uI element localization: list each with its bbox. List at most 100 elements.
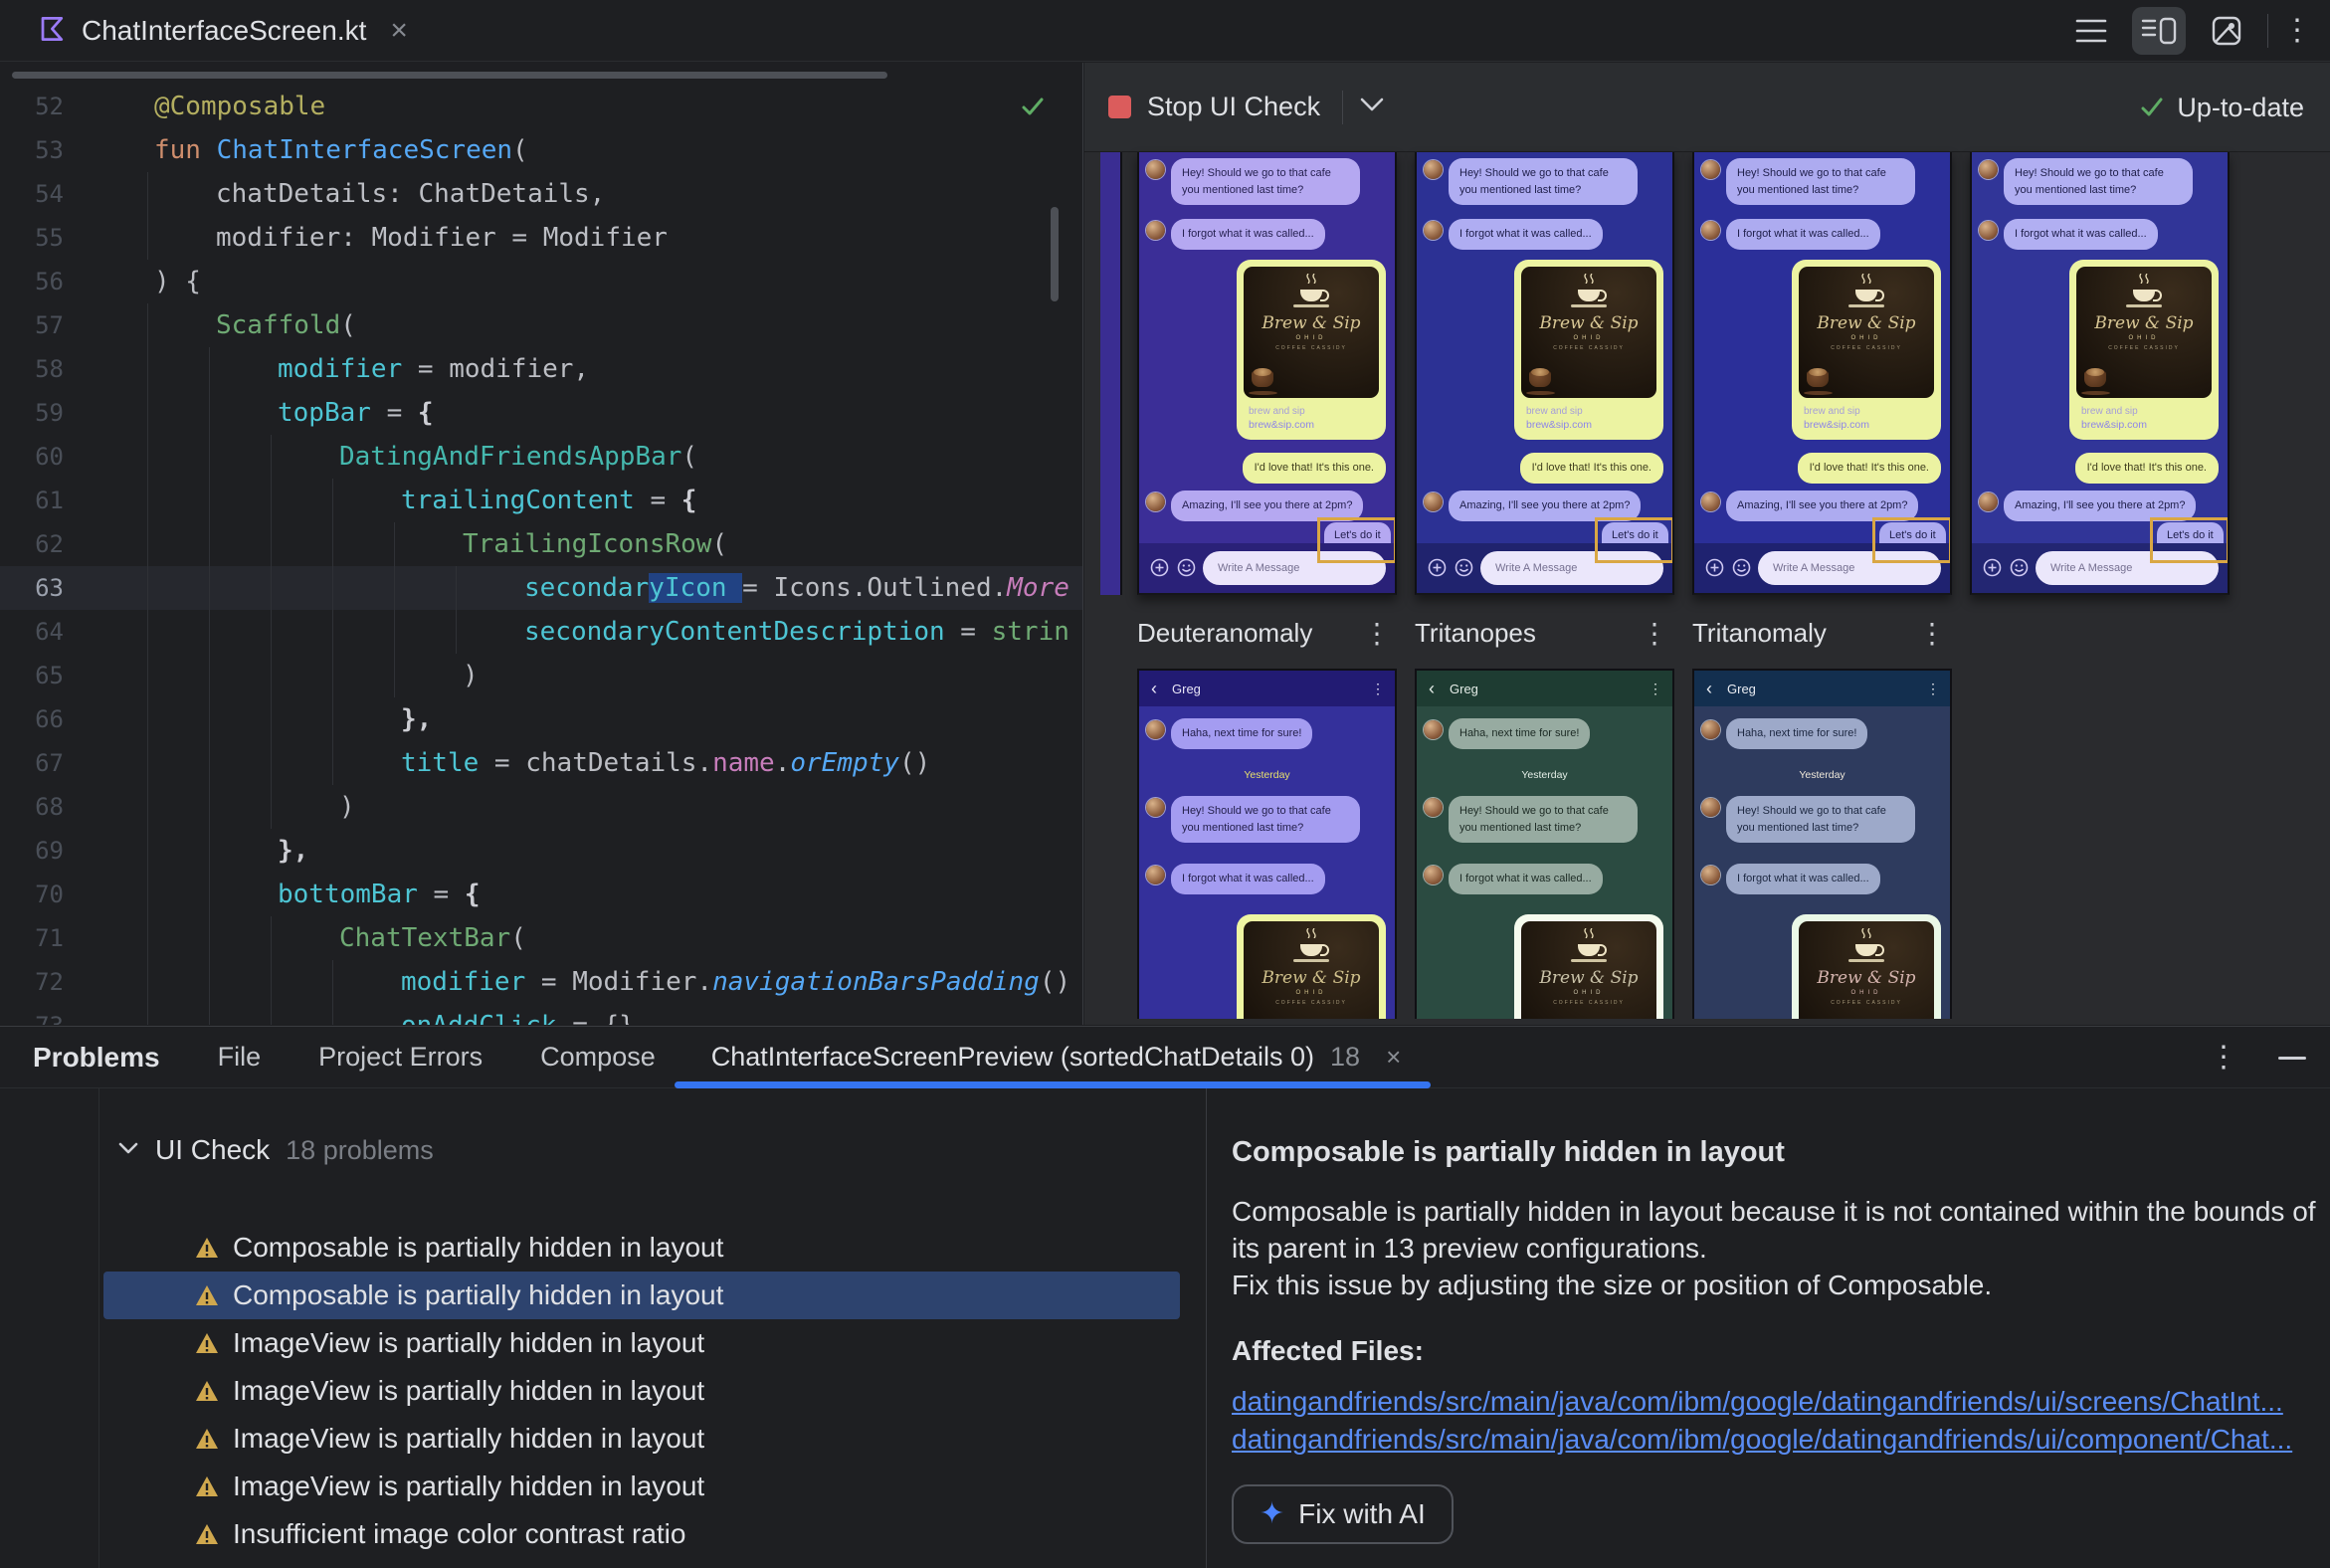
vertical-scrollbar[interactable] [1051,207,1059,301]
add-attachment-icon[interactable] [1428,558,1447,582]
preview-name: Deuteranomaly [1137,617,1313,648]
horizontal-scrollbar[interactable] [12,72,887,79]
link-preview-card[interactable]: Brew & Sip OHID COFFEE CASSIDY brew and … [1514,260,1663,440]
emoji-icon[interactable] [1732,558,1751,582]
editor-tab-title: ChatInterfaceScreen.kt [82,15,367,46]
problem-row[interactable]: ImageView is partially hidden in layout [103,1367,1180,1415]
code-line[interactable]: 63 secondaryIcon = Icons.Outlined.More [0,566,1082,610]
tab-compose[interactable]: Compose [540,1042,656,1073]
ui-check-issue-highlight [1872,517,1950,563]
contact-name: Greg [1172,681,1201,696]
add-attachment-icon[interactable] [1150,558,1169,582]
clipped-phone-preview [1100,152,1122,595]
link-preview-card[interactable]: Brew & Sip OHID COFFEE CASSIDY [1514,914,1663,1019]
link-preview-card[interactable]: Brew & Sip OHID COFFEE CASSIDY brew and … [1237,260,1386,440]
code-view-button[interactable] [2064,7,2118,55]
code-line[interactable]: 58 modifier = modifier, [0,347,1082,391]
chat-menu-icon[interactable]: ⋮ [1371,681,1385,697]
code-line[interactable]: 71 ChatTextBar( [0,916,1082,960]
affected-file-link[interactable]: datingandfriends/src/main/java/com/ibm/g… [1232,1421,2292,1459]
code-line[interactable]: 66}, [0,697,1082,741]
code-line[interactable]: 61 trailingContent = { [0,479,1082,522]
code-line[interactable]: 56) { [0,260,1082,303]
code-line[interactable]: 57 Scaffold( [0,303,1082,347]
preview-menu-icon[interactable]: ⋮ [1918,617,1946,650]
code-editor[interactable]: 52 @Composable 53 fun ChatInterfaceScreen(5… [0,63,1083,1025]
stop-ui-check-button[interactable]: Stop UI Check [1108,92,1320,122]
chat-menu-icon[interactable]: ⋮ [1649,681,1662,697]
code-line[interactable]: 59 topBar = { [0,391,1082,435]
code-line[interactable]: 69}, [0,829,1082,873]
phone-preview[interactable]: Hey! Should we go to that cafe you menti… [1415,152,1674,595]
problem-row[interactable]: Composable is partially hidden in layout [103,1272,1180,1319]
code-line[interactable]: 72 modifier = Modifier.navigationBarsPadd… [0,960,1082,1004]
design-view-button[interactable] [2200,7,2253,55]
problem-row[interactable]: ImageView is partially hidden in layout [103,1463,1180,1510]
chat-menu-icon[interactable]: ⋮ [1926,681,1940,697]
link-url[interactable]: brew&sip.com [2081,419,2212,431]
phone-preview[interactable]: ‹ Greg ⋮ Haha, next time for sure! Yester… [1692,669,1952,1019]
emoji-icon[interactable] [1455,558,1473,582]
problem-row[interactable]: ImageView is partially hidden in layout [103,1415,1180,1463]
tab-project-errors[interactable]: Project Errors [318,1042,483,1073]
ui-check-group-row[interactable]: UI Check 18 problems [0,1126,1205,1174]
code-line[interactable]: 60 DatingAndFriendsAppBar( [0,435,1082,479]
ai-sparkle-icon: ✦ [1260,1497,1285,1530]
code-line[interactable]: 62 TrailingIconsRow( [0,522,1082,566]
code-line[interactable]: 67 title = chatDetails.name.orEmpty() [0,741,1082,785]
close-tab-icon[interactable]: × [1386,1042,1401,1073]
link-preview-card[interactable]: Brew & Sip OHID COFFEE CASSIDY brew and … [2069,260,2219,440]
link-url[interactable]: brew&sip.com [1804,419,1934,431]
link-url[interactable]: brew&sip.com [1249,419,1379,431]
fix-with-ai-button[interactable]: ✦ Fix with AI [1232,1484,1454,1544]
problem-row[interactable]: Insufficient image color contrast ratio [103,1510,1180,1558]
code-line[interactable]: 68) [0,785,1082,829]
code-line[interactable]: 52 @Composable [0,85,1082,128]
link-preview-card[interactable]: Brew & Sip OHID COFFEE CASSIDY [1237,914,1386,1019]
add-attachment-icon[interactable] [1983,558,2002,582]
chevron-expanded-icon[interactable] [117,1141,139,1160]
split-view-button[interactable] [2132,7,2186,55]
close-tab-icon[interactable]: × [390,14,408,48]
incoming-message: Hey! Should we go to that cafe you menti… [1979,158,2193,205]
code-line[interactable]: 73onAddClick = {} [0,1004,1082,1025]
tab-ui-check-preview[interactable]: ChatInterfaceScreenPreview (sortedChatDe… [711,1042,1402,1073]
add-attachment-icon[interactable] [1705,558,1724,582]
editor-tab[interactable]: ChatInterfaceScreen.kt × [20,0,426,62]
phone-preview[interactable]: ‹ Greg ⋮ Haha, next time for sure! Yester… [1137,669,1397,1019]
avatar [1979,160,1998,179]
code-line[interactable]: 55 modifier: Modifier = Modifier [0,216,1082,260]
link-preview-card[interactable]: Brew & Sip OHID COFFEE CASSIDY [1792,914,1941,1019]
chevron-down-icon[interactable] [1359,97,1385,117]
affected-file-link[interactable]: datingandfriends/src/main/java/com/ibm/g… [1232,1383,2292,1421]
tab-file[interactable]: File [218,1042,262,1073]
back-icon[interactable]: ‹ [1706,680,1712,697]
problem-row[interactable]: Composable is partially hidden in layout [103,1224,1180,1272]
preview-menu-icon[interactable]: ⋮ [1641,617,1668,650]
phone-preview[interactable]: Hey! Should we go to that cafe you menti… [1970,152,2230,595]
minimize-panel-icon[interactable] [2278,1056,2306,1060]
panel-options-icon[interactable]: ⋮ [2209,1043,2238,1073]
code-line[interactable]: 65) [0,654,1082,697]
line-number: 67 [35,749,64,777]
back-icon[interactable]: ‹ [1429,680,1435,697]
code-line[interactable]: 54 chatDetails: ChatDetails, [0,172,1082,216]
message-bubble: Amazing, I'll see you there at 2pm? [1171,490,1364,521]
preview-menu-icon[interactable]: ⋮ [1363,617,1391,650]
kotlin-file-icon [38,14,68,49]
back-icon[interactable]: ‹ [1151,680,1157,697]
problem-row[interactable]: ImageView is partially hidden in layout [103,1319,1180,1367]
code-line[interactable]: 70 bottomBar = { [0,873,1082,916]
phone-preview[interactable]: ‹ Greg ⋮ Haha, next time for sure! Yester… [1415,669,1674,1019]
link-preview-card[interactable]: Brew & Sip OHID COFFEE CASSIDY brew and … [1792,260,1941,440]
more-options-icon[interactable]: ⋮ [2282,16,2312,46]
phone-preview[interactable]: Hey! Should we go to that cafe you menti… [1692,152,1952,595]
link-url[interactable]: brew&sip.com [1526,419,1656,431]
problem-row[interactable]: Insufficient image color contrast ratio [103,1558,1180,1568]
code-line[interactable]: 53 fun ChatInterfaceScreen( [0,128,1082,172]
emoji-icon[interactable] [1177,558,1196,582]
phone-preview[interactable]: Hey! Should we go to that cafe you menti… [1137,152,1397,595]
emoji-icon[interactable] [2010,558,2029,582]
code-line[interactable]: 64 secondaryContentDescription = strin [0,610,1082,654]
chat-header: ‹ Greg ⋮ [1694,671,1950,706]
